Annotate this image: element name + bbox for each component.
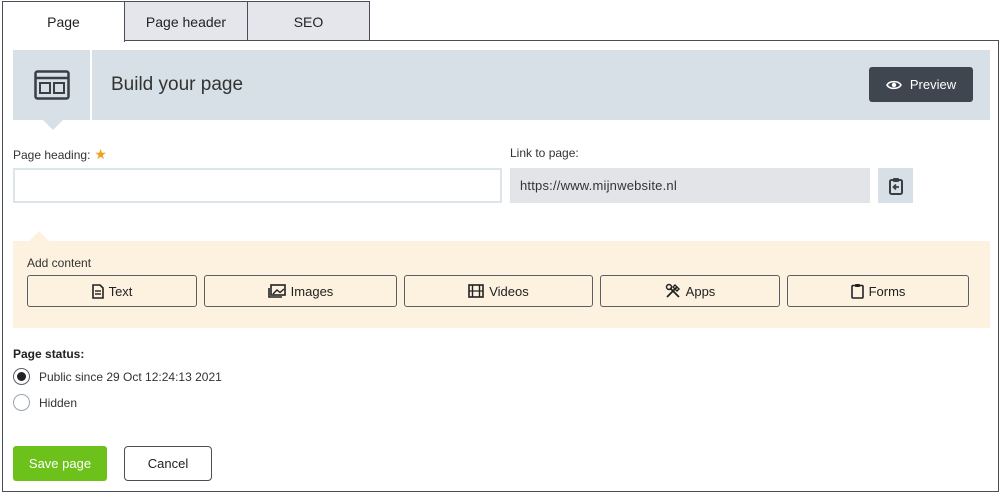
build-page-header: Build your page Preview: [13, 50, 990, 130]
copy-link-button[interactable]: [878, 168, 913, 203]
page-status-title: Page status:: [13, 347, 85, 361]
page-heading-label-text: Page heading:: [13, 148, 91, 162]
tab-seo[interactable]: SEO: [247, 1, 370, 41]
clipboard-icon: [850, 284, 864, 299]
public-label: Public since 29 Oct 12:24:13 2021: [39, 369, 222, 384]
status-option-hidden[interactable]: Hidden: [13, 394, 77, 411]
save-page-button[interactable]: Save page: [13, 446, 107, 481]
add-content-title: Add content: [27, 256, 92, 270]
star-icon: ★: [94, 146, 107, 162]
add-videos-label: Videos: [489, 283, 529, 299]
tab-page-header[interactable]: Page header: [124, 1, 248, 41]
hidden-label: Hidden: [39, 395, 78, 410]
images-icon: [267, 284, 286, 298]
tab-page[interactable]: Page: [2, 1, 125, 42]
link-to-page-label: Link to page:: [510, 146, 579, 160]
header-pointer: [43, 120, 63, 130]
document-icon: [91, 283, 104, 299]
hidden-radio[interactable]: [13, 394, 30, 411]
add-forms-button[interactable]: Forms: [787, 275, 969, 307]
clipboard-icon: [888, 177, 903, 195]
add-apps-button[interactable]: Apps: [600, 275, 780, 307]
eye-icon: [885, 80, 902, 89]
link-to-page-field[interactable]: https://www.mijnwebsite.nl: [510, 168, 870, 203]
add-text-label: Text: [108, 283, 133, 299]
preview-label: Preview: [909, 77, 957, 92]
add-images-button[interactable]: Images: [204, 275, 397, 307]
tools-icon: [665, 283, 680, 298]
cancel-button[interactable]: Cancel: [124, 446, 212, 481]
page-title: Build your page: [111, 74, 244, 95]
add-images-label: Images: [290, 283, 334, 299]
add-forms-label: Forms: [868, 283, 906, 299]
status-option-public[interactable]: Public since 29 Oct 12:24:13 2021: [13, 368, 222, 385]
film-icon: [468, 284, 485, 298]
add-content-pointer: [29, 231, 49, 241]
tab-bar: Page Page header SEO: [2, 1, 370, 42]
public-radio[interactable]: [13, 368, 30, 385]
page-heading-input[interactable]: [13, 168, 502, 203]
add-text-button[interactable]: Text: [27, 275, 197, 307]
page-heading-label: Page heading: ★: [13, 146, 107, 163]
add-apps-label: Apps: [685, 283, 716, 299]
layout-icon: [13, 50, 92, 120]
preview-button[interactable]: Preview: [869, 67, 973, 102]
add-content-panel: Add content Text Images Videos Apps Form…: [13, 231, 990, 328]
page-editor-panel: Build your page Preview Page heading: ★ L…: [2, 40, 999, 492]
add-videos-button[interactable]: Videos: [404, 275, 593, 307]
